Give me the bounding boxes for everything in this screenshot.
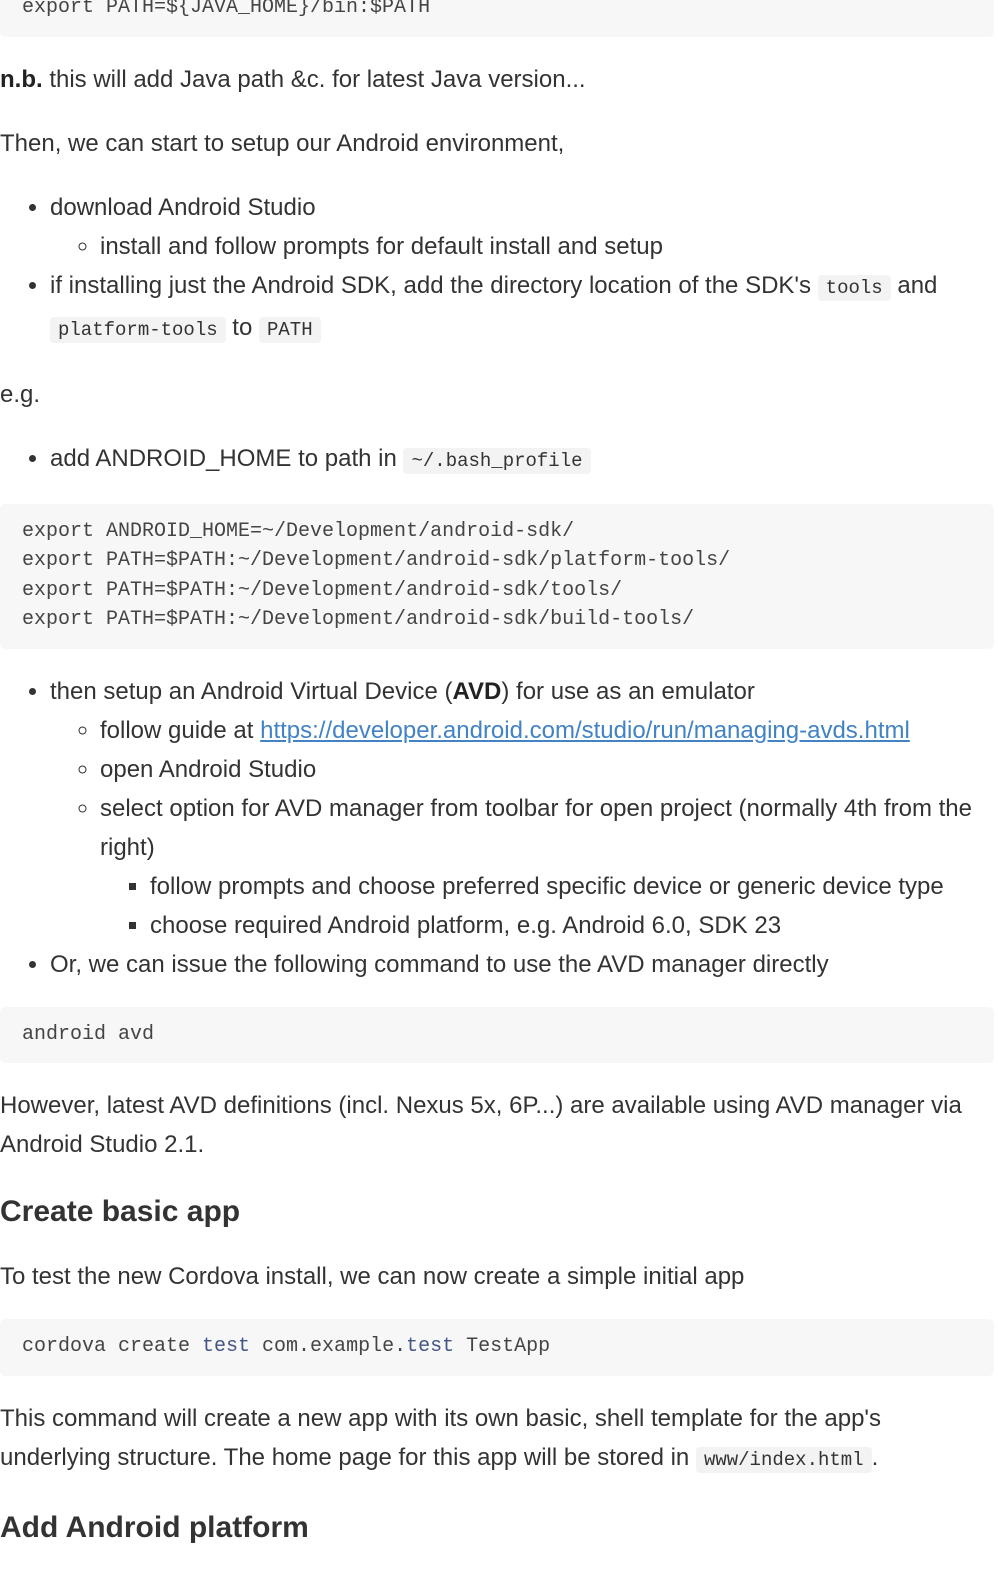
however-paragraph: However, latest AVD definitions (incl. N… <box>0 1092 962 1158</box>
list-item: if installing just the Android SDK, add … <box>50 266 994 350</box>
list-item: install and follow prompts for default i… <box>100 227 994 266</box>
avd-bold: AVD <box>452 677 502 705</box>
inline-code-tools: tools <box>817 274 891 301</box>
code-block-java-path: export PATH=${JAVA_HOME}/bin:$PATH <box>0 0 994 37</box>
code-line: export ANDROID_HOME=~/Development/androi… <box>22 519 575 543</box>
nb-paragraph: n.b. this will add Java path &c. for lat… <box>0 60 994 99</box>
android-home-list: add ANDROID_HOME to path in ~/.bash_prof… <box>0 439 994 481</box>
this-command-paragraph: This command will create a new app with … <box>0 1399 994 1480</box>
code-text: cordova create <box>22 1335 203 1358</box>
then-setup-paragraph: Then, we can start to setup our Android … <box>0 129 565 157</box>
list-item-text: download Android Studio <box>50 193 316 221</box>
eg-paragraph: e.g. <box>0 380 41 408</box>
list-item: follow guide at https://developer.androi… <box>100 711 994 750</box>
code-keyword: test <box>406 1335 455 1358</box>
managing-avds-link[interactable]: https://developer.android.com/studio/run… <box>260 717 910 744</box>
sub-list: install and follow prompts for default i… <box>50 227 994 266</box>
list-item-text: and <box>890 271 938 299</box>
list-item: follow prompts and choose preferred spec… <box>150 867 994 906</box>
inline-code-index-html: www/index.html <box>695 1446 872 1473</box>
list-item: choose required Android platform, e.g. A… <box>150 906 994 945</box>
list-item: open Android Studio <box>100 750 994 789</box>
code-keyword: test <box>202 1335 251 1358</box>
code-line: export PATH=$PATH:~/Development/android-… <box>22 608 695 631</box>
avd-list: then setup an Android Virtual Device (AV… <box>0 672 994 984</box>
list-item-text: select option for AVD manager from toolb… <box>100 794 972 861</box>
list-item-text: add ANDROID_HOME to path in <box>50 444 404 472</box>
inline-code-platform-tools: platform-tools <box>50 316 226 343</box>
heading-create-basic-app: Create basic app <box>0 1195 241 1228</box>
list-item: select option for AVD manager from toolb… <box>100 789 994 945</box>
setup-list: download Android Studio install and foll… <box>0 188 994 350</box>
code-line: export PATH=${JAVA_HOME}/bin:$PATH <box>22 0 431 19</box>
document-content: export PATH=${JAVA_HOME}/bin:$PATH n.b. … <box>0 0 994 1548</box>
list-item-text: then setup an Android Virtual Device ( <box>50 677 453 705</box>
code-text: TestApp <box>454 1335 551 1358</box>
code-line: export PATH=$PATH:~/Development/android-… <box>22 578 623 602</box>
list-item-text: ) for use as an emulator <box>501 677 755 705</box>
list-item: download Android Studio install and foll… <box>50 188 994 266</box>
code-block-cordova-create: cordova create test com.example.test Tes… <box>0 1319 994 1376</box>
list-item: then setup an Android Virtual Device (AV… <box>50 672 994 945</box>
list-item-text: if installing just the Android SDK, add … <box>50 271 818 299</box>
list-item-text: follow guide at <box>100 716 261 744</box>
code-block-android-home: export ANDROID_HOME=~/Development/androi… <box>0 503 994 649</box>
list-item: add ANDROID_HOME to path in ~/.bash_prof… <box>50 439 994 481</box>
code-line: android avd <box>22 1022 155 1046</box>
heading-add-android-platform: Add Android platform <box>0 1510 309 1544</box>
list-item: Or, we can issue the following command t… <box>50 945 994 984</box>
sub-sub-list: follow prompts and choose preferred spec… <box>100 867 994 945</box>
nb-bold: n.b. <box>0 65 43 93</box>
sub-list: follow guide at https://developer.androi… <box>50 711 994 945</box>
nb-text: this will add Java path &c. for latest J… <box>42 65 586 93</box>
to-test-paragraph: To test the new Cordova install, we can … <box>0 1263 745 1290</box>
code-line: export PATH=$PATH:~/Development/android-… <box>22 549 731 572</box>
inline-code-bash-profile: ~/.bash_profile <box>403 447 591 474</box>
inline-code-path: PATH <box>259 316 321 343</box>
code-block-android-avd: android avd <box>0 1006 994 1063</box>
code-text: com.example. <box>250 1335 407 1358</box>
paragraph-text: . <box>871 1443 879 1471</box>
list-item-text: to <box>225 313 259 341</box>
